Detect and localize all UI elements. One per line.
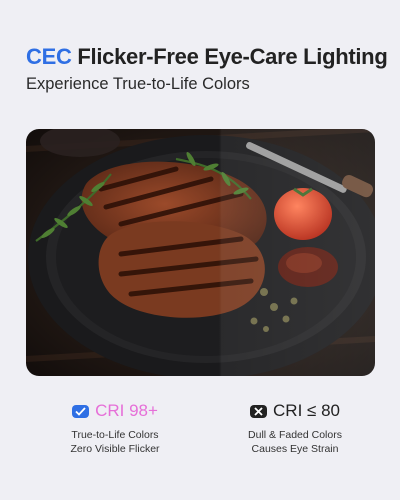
steak-photo <box>26 129 375 376</box>
page-subtitle: Experience True-to-Life Colors <box>26 75 250 93</box>
cri-bad-panel: CRI ≤ 80 Dull & Faded Colors Causes Eye … <box>200 400 390 456</box>
check-badge-icon <box>72 404 90 418</box>
cri-good-line-2: Zero Visible Flicker <box>70 443 160 455</box>
cri-good-line-1: True-to-Life Colors <box>71 429 159 441</box>
cri-bad-line-1: Dull & Faded Colors <box>248 429 342 441</box>
title-text: Flicker-Free Eye-Care Lighting <box>77 44 388 69</box>
cri-good-panel: CRI 98+ True-to-Life Colors Zero Visible… <box>20 400 210 456</box>
page-title: CEC Flicker-Free Eye-Care Lighting <box>26 44 388 70</box>
cri-bad-line-2: Causes Eye Strain <box>251 443 339 455</box>
x-badge-icon <box>250 404 268 418</box>
brand-name: CEC <box>26 44 72 69</box>
cri-bad-label: CRI ≤ 80 <box>273 401 340 420</box>
cri-good-label: CRI 98+ <box>95 401 158 420</box>
